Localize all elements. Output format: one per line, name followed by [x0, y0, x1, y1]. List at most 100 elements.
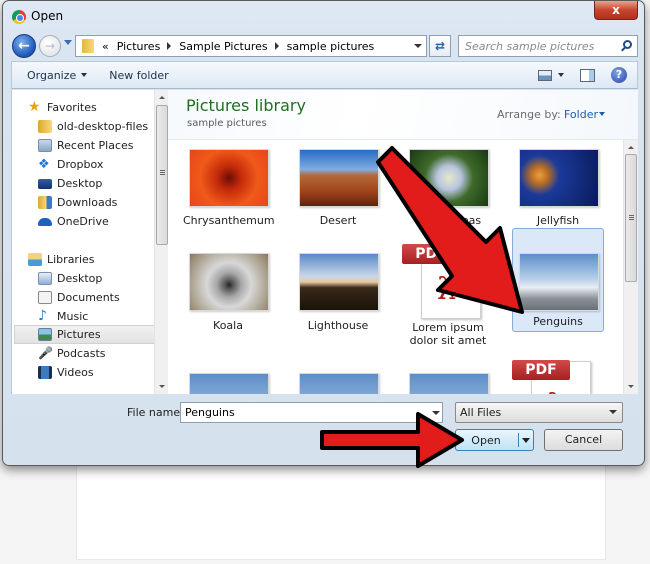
library-subtitle: sample pictures — [187, 118, 267, 129]
file-name: Jellyfish — [536, 214, 580, 227]
sidebar-item-label: Music — [57, 310, 89, 323]
file-name-input[interactable] — [180, 402, 443, 423]
cancel-button[interactable]: Cancel — [544, 429, 623, 451]
file-name: Chrysanthemum — [183, 214, 275, 227]
scroll-down-icon[interactable] — [159, 385, 165, 388]
file-tile-penguins[interactable]: Penguins — [512, 228, 604, 332]
navigation-pane: ★ Favorites old-desktop-files Recent Pla… — [11, 90, 170, 394]
file-tile-koala[interactable]: Koala — [182, 250, 274, 350]
address-dropdown-icon[interactable] — [414, 44, 422, 48]
arrange-by-dropdown[interactable]: Folder — [564, 108, 598, 121]
address-overflow[interactable]: « — [102, 40, 109, 53]
scrollbar-thumb[interactable] — [156, 105, 168, 245]
pdf-document-icon: PDF λ — [512, 360, 591, 394]
chevron-down-icon — [81, 73, 88, 77]
documents-icon — [38, 291, 52, 304]
refresh-button[interactable]: ⇄ — [429, 35, 451, 57]
image-thumbnail — [519, 253, 599, 311]
breadcrumb-sample-pictures-lower[interactable]: sample pictures — [287, 40, 375, 53]
image-thumbnail — [299, 253, 379, 311]
file-name: Lorem ipsum dolor sit amet — [409, 321, 487, 347]
file-tile-penguins-copy-3[interactable] — [402, 368, 494, 394]
preview-pane-icon[interactable] — [580, 68, 595, 82]
recent-locations-dropdown[interactable] — [64, 40, 72, 45]
pdf-document-icon: PDF λ — [402, 244, 481, 319]
search-icon[interactable] — [623, 40, 632, 49]
breadcrumb-separator-icon[interactable] — [167, 42, 172, 50]
file-tile-penguins-copy-1[interactable] — [182, 368, 274, 394]
libraries-icon — [28, 253, 42, 266]
music-icon: ♪ — [38, 308, 47, 324]
forward-button[interactable]: → — [39, 35, 61, 57]
libraries-header[interactable]: Libraries — [28, 250, 170, 269]
search-placeholder: Search sample pictures — [465, 40, 595, 53]
desktop-icon — [38, 178, 52, 189]
grip-icon — [160, 170, 165, 171]
favorites-label: Favorites — [47, 101, 97, 114]
file-name: Penguins — [533, 315, 583, 328]
chrome-icon — [12, 10, 26, 24]
close-button[interactable]: x — [594, 1, 638, 20]
image-thumbnail — [299, 149, 379, 207]
scroll-up-icon[interactable] — [159, 96, 165, 99]
scrollbar-thumb[interactable] — [625, 154, 637, 282]
library-title: Pictures library — [186, 96, 306, 115]
acrobat-icon: λ — [547, 388, 566, 394]
view-options-dropdown-icon[interactable] — [558, 73, 564, 77]
address-bar[interactable]: « Pictures Sample Pictures sample pictur… — [75, 35, 427, 57]
file-tile-penguins-copy-2[interactable] — [292, 368, 384, 394]
file-list-pane: Pictures library sample pictures Arrange… — [168, 90, 638, 394]
image-thumbnail — [299, 373, 379, 394]
scroll-down-icon[interactable] — [628, 385, 634, 388]
file-tile-hydrangeas[interactable]: Hydrangeas — [402, 146, 494, 246]
libraries-label: Libraries — [47, 253, 95, 266]
file-tile-lorem-ipsum-pdf[interactable]: PDF λ Lorem ipsum dolor sit amet — [402, 232, 494, 350]
breadcrumb-pictures[interactable]: Pictures — [117, 40, 161, 53]
star-icon: ★ — [28, 99, 41, 115]
open-dialog: Open x ← → « Pictures Sample Pictures sa… — [2, 0, 645, 466]
back-button[interactable]: ← — [12, 34, 36, 58]
library-header: Pictures library sample pictures Arrange… — [168, 90, 638, 140]
sidebar-item-label: Pictures — [57, 328, 101, 341]
file-tile-pdf-2[interactable]: PDF λ — [512, 348, 604, 394]
folder-icon — [38, 120, 52, 133]
grip-icon — [629, 215, 634, 216]
open-options-dropdown-icon[interactable] — [522, 438, 530, 443]
dialog-title: Open — [31, 9, 64, 23]
desktop-library-icon — [38, 272, 52, 285]
search-input[interactable]: Search sample pictures — [458, 35, 638, 57]
open-label: Open — [471, 434, 501, 447]
image-thumbnail — [409, 373, 489, 394]
file-type-select[interactable]: All Files — [455, 402, 623, 423]
videos-icon — [38, 366, 52, 379]
change-view-icon[interactable] — [538, 69, 552, 81]
help-icon[interactable]: ? — [611, 67, 627, 83]
navigation-scrollbar[interactable] — [154, 90, 169, 394]
file-name-label: File name: — [127, 406, 184, 419]
breadcrumb-separator-icon[interactable] — [274, 42, 279, 50]
sidebar-item-label: Podcasts — [57, 347, 106, 360]
favorites-header[interactable]: ★ Favorites — [28, 98, 170, 117]
scroll-up-icon[interactable] — [628, 146, 634, 149]
sidebar-item-label: Dropbox — [57, 158, 104, 171]
sidebar-item-label: Desktop — [57, 177, 103, 190]
onedrive-icon — [38, 217, 52, 226]
file-name: Hydrangeas — [414, 214, 482, 227]
chevron-down-icon[interactable] — [599, 112, 605, 116]
image-thumbnail — [189, 253, 269, 311]
file-tile-chrysanthemum[interactable]: Chrysanthemum — [182, 146, 275, 246]
sidebar-item-pictures[interactable]: Pictures — [14, 325, 160, 344]
acrobat-icon: λ — [437, 272, 457, 307]
file-name: Koala — [213, 319, 243, 332]
recent-places-icon — [38, 139, 52, 152]
file-tile-desert[interactable]: Desert — [292, 146, 384, 246]
new-folder-button[interactable]: New folder — [109, 69, 168, 82]
image-thumbnail — [189, 373, 269, 394]
file-tile-lighthouse[interactable]: Lighthouse — [292, 250, 384, 350]
open-button[interactable]: Open — [455, 429, 534, 451]
file-name-dropdown-icon[interactable] — [432, 411, 440, 415]
organize-button[interactable]: Organize — [27, 69, 88, 82]
breadcrumb-sample-pictures[interactable]: Sample Pictures — [179, 40, 267, 53]
file-list-scrollbar[interactable] — [623, 140, 638, 394]
dropbox-icon: ❖ — [38, 157, 50, 172]
